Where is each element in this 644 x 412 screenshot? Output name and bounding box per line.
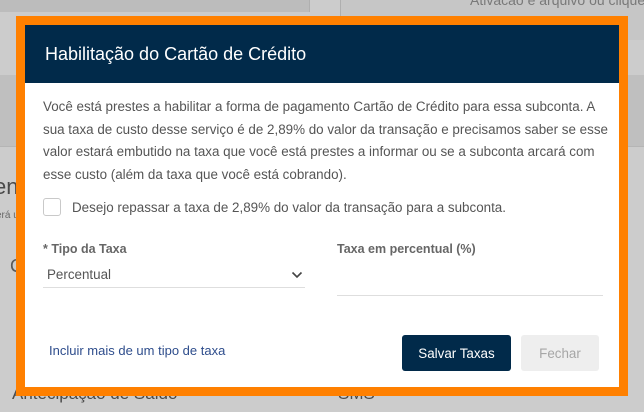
credit-card-enable-modal: Habilitação do Cartão de Crédito Você es…: [16, 16, 628, 396]
fee-type-label: * Tipo da Taxa: [43, 242, 127, 256]
modal-footer: Incluir mais de um tipo de taxa Salvar T…: [25, 335, 619, 371]
pass-fee-checkbox-label[interactable]: Desejo repassar a taxa de 2,89% do valor…: [72, 200, 506, 215]
pass-fee-option: Desejo repassar a taxa de 2,89% do valor…: [43, 198, 601, 216]
modal-body: Você está prestes a habilitar a forma de…: [25, 83, 619, 296]
modal-actions: Salvar Taxas Fechar: [402, 335, 599, 371]
chevron-down-icon: [291, 271, 303, 279]
modal-description: Você está prestes a habilitar a forma de…: [43, 99, 608, 182]
close-button[interactable]: Fechar: [521, 335, 599, 371]
fee-percent-field: Taxa em percentual (%): [337, 242, 603, 296]
modal-header: Habilitação do Cartão de Crédito: [25, 25, 619, 83]
pass-fee-checkbox[interactable]: [43, 198, 61, 216]
add-fee-type-link[interactable]: Incluir mais de um tipo de taxa: [49, 343, 225, 358]
fee-percent-label: Taxa em percentual (%): [337, 242, 476, 256]
fee-percent-input[interactable]: [337, 262, 603, 296]
modal-title: Habilitação do Cartão de Crédito: [45, 43, 307, 64]
fee-type-field: * Tipo da Taxa Percentual: [43, 242, 305, 296]
save-fees-button[interactable]: Salvar Taxas: [402, 335, 511, 371]
fee-fields: * Tipo da Taxa Percentual Taxa em percen…: [43, 242, 603, 296]
fee-type-select[interactable]: Percentual: [43, 262, 305, 288]
fee-type-selected-value: Percentual: [47, 267, 112, 282]
